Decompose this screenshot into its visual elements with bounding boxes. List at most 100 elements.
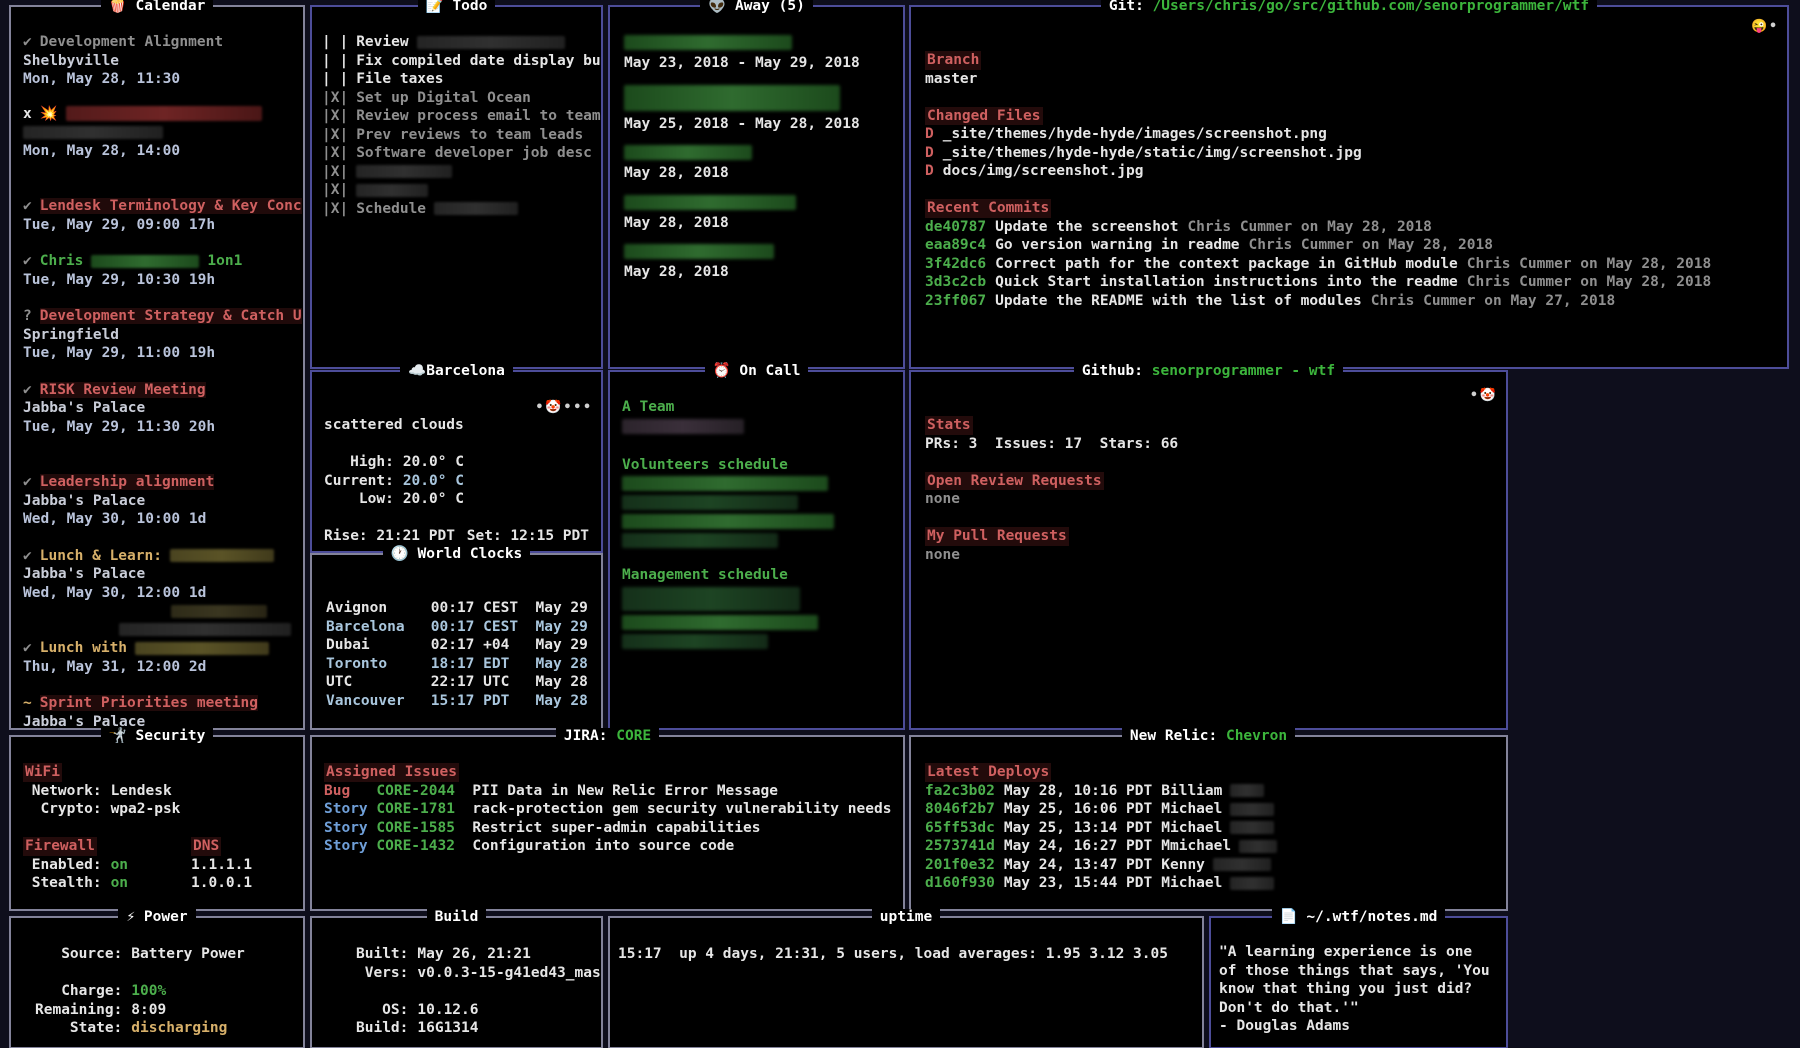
commit-row: eaa89c4Go version warning in readmeChris… — [925, 236, 1779, 255]
wtf-terminal-dashboard: 🍿 Calendar ✔Development Alignment Shelby… — [0, 0, 1800, 1048]
todo-item[interactable]: |X| — [322, 163, 595, 182]
todo-item[interactable]: |X|Set up Digital Ocean — [322, 89, 595, 108]
commit-message: Update the screenshot — [995, 219, 1178, 235]
enabled-label: Enabled: — [23, 856, 102, 875]
clock-row: Barcelona00:17 CESTMay 29 — [326, 618, 595, 637]
event-marker: ✔ — [23, 253, 32, 269]
clock-city: Barcelona — [326, 618, 431, 637]
section-header: Recent Commits — [925, 199, 1051, 218]
panel-uptime[interactable]: uptime 15:17 up 4 days, 21:31, 5 users, … — [608, 916, 1204, 1048]
deploy-time: May 23, 15:44 PDT — [1004, 875, 1152, 891]
commit-meta: Chris Cummer on May 27, 2018 — [1371, 293, 1615, 309]
build-value: 16G1314 — [417, 1020, 478, 1036]
current-label: Current: — [324, 472, 394, 491]
todo-checkbox[interactable]: |X| — [322, 108, 348, 124]
redacted-block — [1230, 784, 1264, 797]
event-title: Development Strategy & Catch U — [40, 308, 302, 324]
charge-value: 100% — [131, 983, 166, 999]
branch-name: master — [925, 70, 1779, 89]
panel-title: ☁️Barcelona — [312, 361, 601, 381]
todo-item[interactable]: |X| — [322, 181, 595, 200]
todo-item[interactable]: | |Fix compiled date display bug — [322, 52, 595, 71]
todo-checkbox[interactable]: |X| — [322, 201, 348, 217]
todo-item[interactable]: | |Review — [322, 33, 595, 52]
todo-checkbox[interactable]: |X| — [322, 145, 348, 161]
todo-item[interactable]: |X|Prev reviews to team leads — [322, 126, 595, 145]
away-entry: May 28, 2018 — [624, 244, 897, 282]
event-date: Mon, May 28, 11:30 — [23, 70, 297, 89]
event-location: Jabba's Palace — [23, 399, 297, 418]
issue-summary: Restrict super-admin capabilities — [472, 820, 760, 836]
event-date: Thu, May 31, 12:00 2d — [23, 658, 297, 677]
event-location: Jabba's Palace — [23, 565, 297, 584]
redacted-block — [624, 35, 792, 50]
panel-jira[interactable]: JIRA: CORE Assigned Issues BugCORE-2044P… — [310, 735, 905, 911]
event-marker: ✔ — [23, 640, 32, 656]
jira-issue-row[interactable]: BugCORE-2044PII Data in New Relic Error … — [324, 782, 897, 801]
enabled-value: on — [111, 857, 128, 873]
redacted-block — [23, 126, 163, 139]
deploy-hash: 2573741d — [925, 838, 995, 854]
fencer-icon: 🤺 — [109, 728, 127, 744]
section-header: My Pull Requests — [925, 527, 1069, 546]
panel-power[interactable]: ⚡ Power Source:Battery Power Charge:100%… — [9, 916, 305, 1048]
high-label: High: — [324, 453, 394, 472]
sunrise-time: Rise: 21:21 PDT — [324, 527, 455, 546]
panel-newrelic[interactable]: New Relic: Chevron Latest Deploys fa2c3b… — [909, 735, 1508, 911]
panel-title: Github: senorprogrammer - wtf — [911, 361, 1506, 381]
panel-notes[interactable]: 📄 ~/.wtf/notes.md "A learning experience… — [1209, 916, 1508, 1048]
event-title: Sprint Priorities meeting — [40, 695, 258, 711]
todo-checkbox[interactable]: | | — [322, 71, 348, 87]
calendar-event: ?Development Strategy & Catch U Springfi… — [23, 307, 297, 363]
todo-checkbox[interactable]: |X| — [322, 164, 348, 180]
issue-key: CORE-1432 — [376, 837, 472, 856]
event-title: Lunch & Learn: — [40, 548, 162, 564]
deploy-user: Michael — [1161, 875, 1222, 891]
clock-row: UTC22:17 UTCMay 28 — [326, 673, 595, 692]
charge-label: Charge: — [35, 982, 122, 1001]
redacted-block — [119, 623, 291, 636]
todo-item[interactable]: |X|Schedule — [322, 200, 595, 219]
todo-checkbox[interactable]: | | — [322, 34, 348, 50]
deploy-time: May 25, 13:14 PDT — [1004, 820, 1152, 836]
vers-value: v0.0.3-15-g41ed43_maste — [417, 965, 601, 981]
jira-project: CORE — [616, 728, 651, 744]
todo-checkbox[interactable]: |X| — [322, 127, 348, 143]
alarm-clock-icon: ⏰ — [713, 363, 731, 379]
panel-github[interactable]: Github: senorprogrammer - wtf •🤡 Stats P… — [909, 370, 1508, 730]
panel-weather[interactable]: ☁️Barcelona •🤡••• scattered clouds High:… — [310, 370, 603, 553]
issue-type: Story — [324, 800, 376, 819]
todo-checkbox[interactable]: | | — [322, 53, 348, 69]
todo-item[interactable]: | |File taxes — [322, 70, 595, 89]
commit-meta: Chris Cummer on May 28, 2018 — [1187, 219, 1431, 235]
jira-issue-row[interactable]: StoryCORE-1781rack-protection gem securi… — [324, 800, 897, 819]
event-location: Jabba's Palace — [23, 492, 297, 511]
panel-calendar[interactable]: 🍿 Calendar ✔Development Alignment Shelby… — [9, 5, 305, 730]
calendar-event: x💥 Mon, May 28, 14:00 — [23, 105, 297, 161]
away-dates: May 25, 2018 - May 28, 2018 — [624, 115, 897, 134]
todo-checkbox[interactable]: |X| — [322, 90, 348, 106]
panel-title: ⚡ Power — [11, 907, 303, 927]
commit-hash: de40787 — [925, 219, 986, 235]
calendar-event: ✔Lunch with Thu, May 31, 12:00 2d — [23, 639, 297, 676]
todo-item[interactable]: |X|Software developer job desc — [322, 144, 595, 163]
panel-title: 📝 Todo — [312, 0, 601, 16]
os-label: OS: — [356, 1001, 408, 1020]
panel-todo[interactable]: 📝 Todo | |Review | |Fix compiled date di… — [310, 5, 603, 369]
panel-oncall[interactable]: ⏰ On Call A Team Volunteers schedule Man… — [608, 370, 905, 730]
commit-meta: Chris Cummer on May 28, 2018 — [1467, 274, 1711, 290]
deploy-hash: fa2c3b02 — [925, 783, 995, 799]
panel-security[interactable]: 🤺 Security WiFi Network:Lendesk Crypto:w… — [9, 735, 305, 911]
issue-summary: rack-protection gem security vulnerabili… — [472, 801, 891, 817]
clock-city: Toronto — [326, 655, 431, 674]
jira-issue-row[interactable]: StoryCORE-1432Configuration into source … — [324, 837, 897, 856]
panel-away[interactable]: 👽 Away (5) May 23, 2018 - May 29, 2018 M… — [608, 5, 905, 369]
commit-hash: 3f42dc6 — [925, 256, 986, 272]
jira-issue-row[interactable]: StoryCORE-1585Restrict super-admin capab… — [324, 819, 897, 838]
todo-item[interactable]: |X|Review process email to team — [322, 107, 595, 126]
panel-build[interactable]: Build Built:May 26, 21:21 Vers:v0.0.3-15… — [310, 916, 603, 1048]
panel-git[interactable]: Git: /Users/chris/go/src/github.com/seno… — [909, 5, 1789, 369]
todo-checkbox[interactable]: |X| — [322, 182, 348, 198]
panel-world-clocks[interactable]: 🕐 World Clocks Avignon00:17 CESTMay 29 B… — [310, 553, 603, 730]
deploy-user: Kenny — [1161, 857, 1205, 873]
